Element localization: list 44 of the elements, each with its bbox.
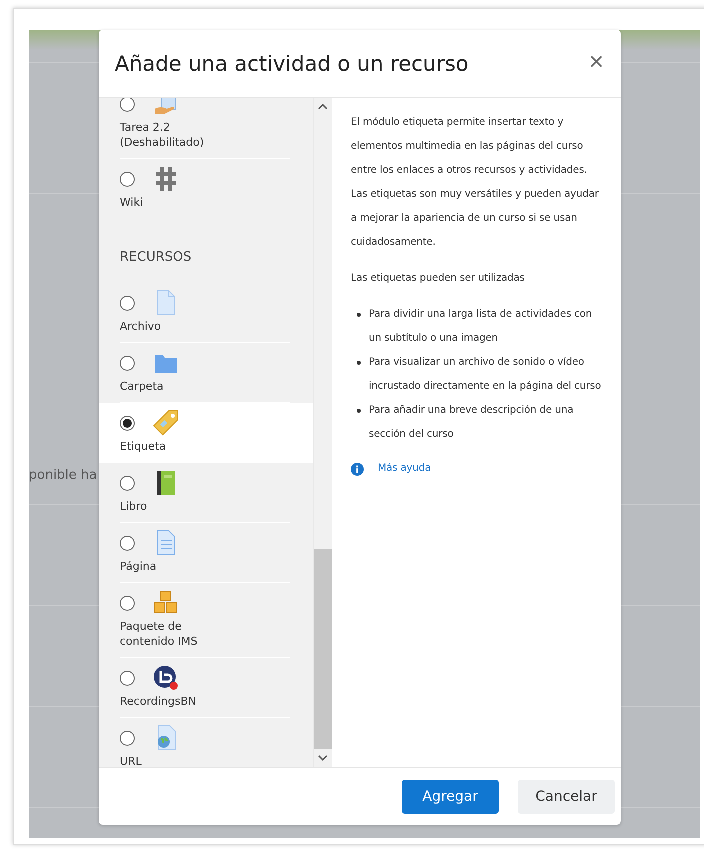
radio-button[interactable] bbox=[120, 476, 135, 490]
help-paragraph: Las etiquetas pueden ser utilizadas bbox=[351, 272, 526, 286]
cancel-button[interactable]: Cancelar bbox=[518, 780, 615, 814]
tag-icon bbox=[153, 410, 179, 436]
bullet-dot bbox=[357, 313, 361, 317]
close-button[interactable]: × bbox=[588, 48, 605, 78]
item-label[interactable]: Carpeta bbox=[120, 379, 228, 394]
radio-button[interactable] bbox=[120, 416, 135, 430]
radio-button[interactable] bbox=[120, 670, 135, 686]
background-text: ponible ha bbox=[29, 468, 98, 483]
item-label[interactable]: Paquete de contenido IMS bbox=[120, 619, 228, 649]
radio-button[interactable] bbox=[120, 98, 135, 112]
boxes-icon bbox=[153, 590, 179, 616]
recordings-icon bbox=[153, 665, 179, 691]
radio-button[interactable] bbox=[120, 730, 135, 746]
scroll-up-icon[interactable] bbox=[318, 104, 328, 110]
item-label[interactable]: Etiqueta bbox=[120, 439, 228, 454]
item-label[interactable]: RecordingsBN bbox=[120, 694, 228, 709]
scrollbar-thumb[interactable] bbox=[314, 549, 332, 749]
bullet-text: Para añadir una breve descripción de una sección del curso bbox=[369, 404, 575, 442]
bullet-text: Para dividir una larga lista de actividades con un subtítulo o una imagen bbox=[369, 308, 594, 346]
radio-button[interactable] bbox=[120, 536, 135, 550]
item-label[interactable]: Página bbox=[120, 559, 228, 574]
item-label[interactable]: URL bbox=[120, 754, 228, 767]
bullet-dot bbox=[357, 409, 361, 413]
radio-button[interactable] bbox=[120, 296, 135, 310]
radio-button[interactable] bbox=[120, 356, 135, 370]
section-heading: RECURSOS bbox=[119, 249, 193, 267]
item-label[interactable]: Archivo bbox=[120, 319, 228, 334]
bullet-dot bbox=[357, 361, 361, 365]
item-label[interactable]: Libro bbox=[120, 499, 228, 514]
scroll-down-icon[interactable] bbox=[318, 755, 328, 761]
info-icon bbox=[351, 462, 364, 476]
wiki-icon bbox=[153, 166, 179, 192]
radio-button[interactable] bbox=[120, 172, 135, 186]
dialog-title: Añade una actividad o un recurso bbox=[115, 52, 469, 76]
assignment-icon bbox=[153, 98, 179, 117]
radio-button[interactable] bbox=[120, 596, 135, 610]
help-link[interactable]: Más ayuda bbox=[378, 457, 432, 481]
bullet-text: Para visualizar un archivo de sonido o vídeo incrustado directamente en la página del curso bbox=[369, 356, 602, 394]
add-button[interactable]: Agregar bbox=[402, 780, 499, 814]
help-paragraph: El módulo etiqueta permite insertar texto y elementos multimedia en las páginas del curso entre los enlaces a otros recursos y actividades. Las etiquetas son muy versátiles y pueden ayudar a mejorar la apariencia de un curso si se usan cuidadosamente. bbox=[351, 116, 600, 250]
item-label[interactable]: Tarea 2.2 (Deshabilitado) bbox=[120, 120, 228, 150]
item-label[interactable]: Wiki bbox=[120, 195, 228, 210]
